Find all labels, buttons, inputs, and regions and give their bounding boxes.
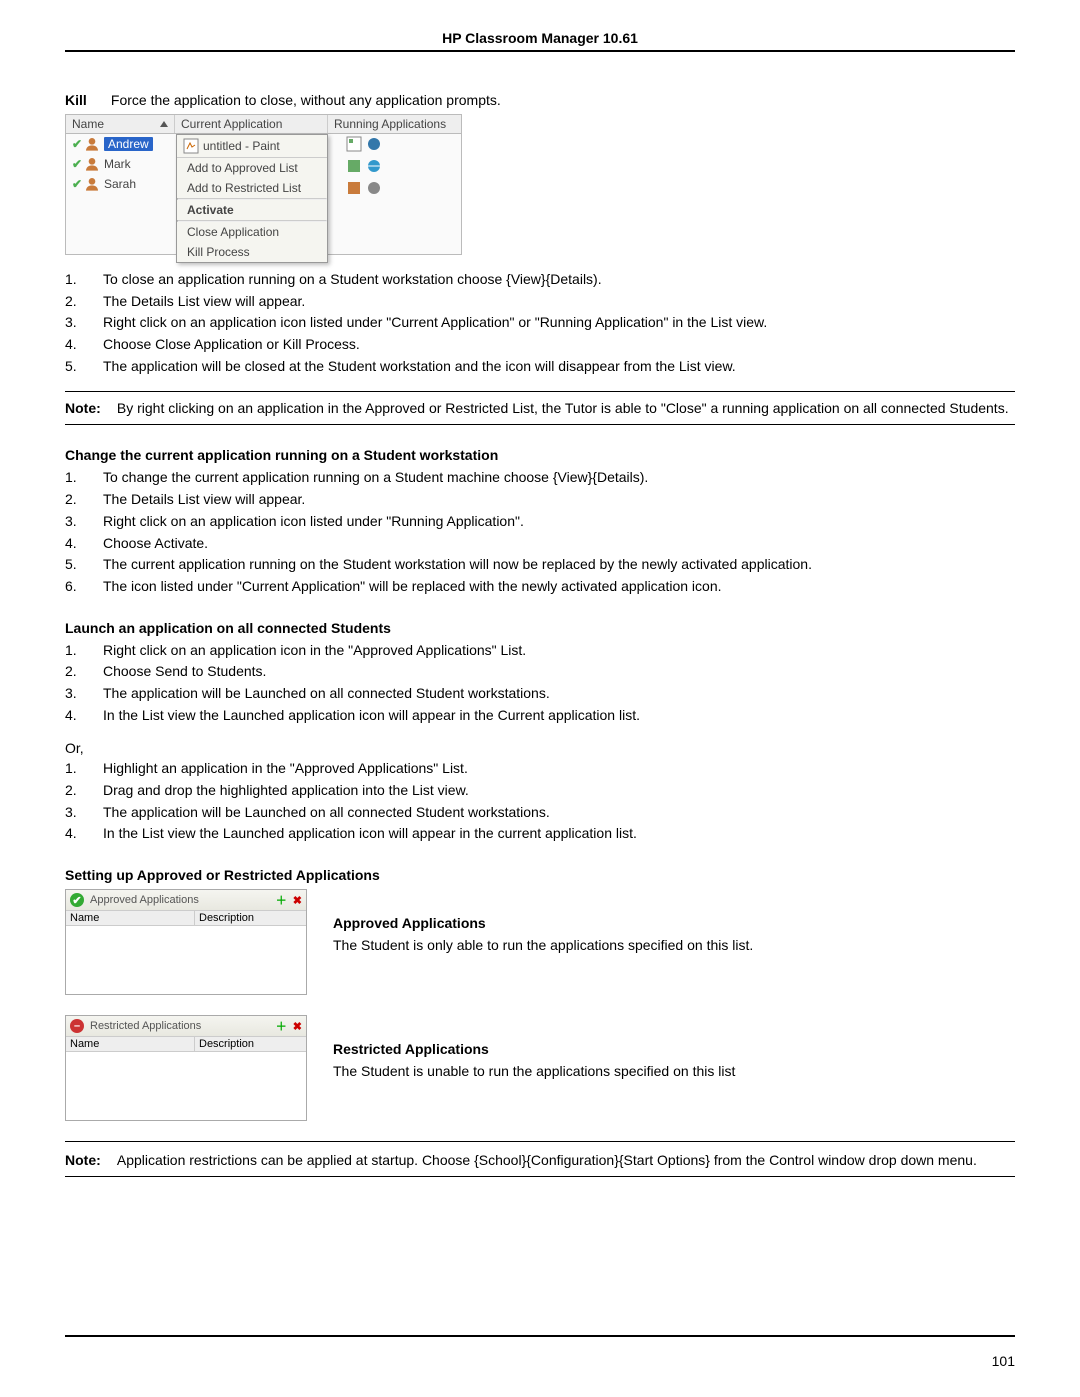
ctx-add-approved[interactable]: Add to Approved List — [177, 158, 327, 178]
list-item: The current application running on the S… — [65, 554, 1015, 576]
page-number: 101 — [992, 1353, 1015, 1369]
list-item: Right click on an application icon liste… — [65, 511, 1015, 533]
list-item: To close an application running on a Stu… — [65, 269, 1015, 291]
note-label: Note: — [65, 1152, 113, 1168]
doc-header: HP Classroom Manager 10.61 — [65, 30, 1015, 52]
list-item: Choose Close Application or Kill Process… — [65, 334, 1015, 356]
list-item: The Details List view will appear. — [65, 489, 1015, 511]
launch-app-heading: Launch an application on all connected S… — [65, 620, 1015, 636]
panel-title: Approved Applications — [90, 894, 199, 906]
check-icon: ✔ — [70, 137, 84, 151]
restricted-icon: – — [70, 1019, 84, 1033]
setup-apps-heading: Setting up Approved or Restricted Applic… — [65, 867, 1015, 883]
delete-icon[interactable]: ✖ — [293, 894, 302, 907]
ctx-close-app[interactable]: Close Application — [177, 222, 327, 242]
col-name: Name — [66, 115, 175, 133]
app-icon — [346, 180, 362, 196]
add-icon[interactable]: ＋ — [276, 892, 287, 908]
ctx-activate[interactable]: Activate — [177, 200, 327, 220]
add-icon[interactable]: ＋ — [276, 1018, 287, 1034]
context-menu[interactable]: untitled - Paint Add to Approved List Ad… — [176, 134, 328, 263]
note-text: By right clicking on an application in t… — [117, 400, 1012, 416]
list-item: The Details List view will appear. — [65, 291, 1015, 313]
list-item: Right click on an application icon liste… — [65, 312, 1015, 334]
launch-app-steps-a: Right click on an application icon in th… — [65, 640, 1015, 727]
delete-icon[interactable]: ✖ — [293, 1020, 302, 1033]
close-app-steps: To close an application running on a Stu… — [65, 269, 1015, 377]
kill-text: Force the application to close, without … — [111, 92, 501, 108]
list-item: The application will be closed at the St… — [65, 356, 1015, 378]
list-item: In the List view the Launched applicatio… — [65, 705, 1015, 727]
approved-apps-panel: ✔ Approved Applications ＋ ✖ Name Descrip… — [65, 889, 307, 995]
check-icon: ✔ — [70, 157, 84, 171]
note-block: Note: Application restrictions can be ap… — [65, 1148, 1015, 1172]
ie-icon — [366, 158, 382, 174]
col-name: Name — [66, 1037, 195, 1051]
or-text: Or, — [65, 740, 1015, 756]
col-current-app: Current Application — [175, 115, 328, 133]
list-item: The application will be Launched on all … — [65, 802, 1015, 824]
ctx-add-restricted[interactable]: Add to Restricted List — [177, 178, 327, 198]
restricted-apps-panel: – Restricted Applications ＋ ✖ Name Descr… — [65, 1015, 307, 1121]
student-name: Sarah — [100, 177, 136, 191]
list-item: Right click on an application icon in th… — [65, 640, 1015, 662]
paint-icon — [183, 138, 199, 154]
kill-definition: Kill Force the application to close, wit… — [65, 92, 1015, 108]
list-item: Highlight an application in the "Approve… — [65, 758, 1015, 780]
app-icon — [366, 180, 382, 196]
app-icon — [366, 136, 382, 152]
student-name: Mark — [100, 157, 131, 171]
approved-icon: ✔ — [70, 893, 84, 907]
list-item: The icon listed under "Current Applicati… — [65, 576, 1015, 598]
restricted-description: Restricted Applications The Student is u… — [333, 1015, 1015, 1079]
list-item: To change the current application runnin… — [65, 467, 1015, 489]
list-item: Drag and drop the highlighted applicatio… — [65, 780, 1015, 802]
student-name: Andrew — [104, 137, 153, 151]
change-app-steps: To change the current application runnin… — [65, 467, 1015, 597]
check-icon: ✔ — [70, 177, 84, 191]
col-name: Name — [66, 911, 195, 925]
running-app-icons — [346, 136, 382, 196]
person-icon — [84, 176, 100, 192]
panel-title: Restricted Applications — [90, 1020, 201, 1032]
person-icon — [84, 156, 100, 172]
list-item: The application will be Launched on all … — [65, 683, 1015, 705]
sort-asc-icon — [160, 121, 168, 127]
note-block: Note: By right clicking on an applicatio… — [65, 396, 1015, 420]
person-icon — [84, 136, 100, 152]
app-icon — [346, 158, 362, 174]
footer-rule — [65, 1335, 1015, 1337]
approved-description: Approved Applications The Student is onl… — [333, 889, 1015, 953]
change-app-heading: Change the current application running o… — [65, 447, 1015, 463]
list-item: Choose Activate. — [65, 533, 1015, 555]
ctx-title: untitled - Paint — [177, 135, 327, 158]
note-label: Note: — [65, 400, 113, 416]
list-item: In the List view the Launched applicatio… — [65, 823, 1015, 845]
col-running-apps: Running Applications — [328, 115, 461, 133]
paint-icon — [346, 136, 362, 152]
col-description: Description — [195, 1037, 306, 1051]
kill-label: Kill — [65, 92, 107, 108]
ctx-kill-process[interactable]: Kill Process — [177, 242, 327, 262]
launch-app-steps-b: Highlight an application in the "Approve… — [65, 758, 1015, 845]
note-text: Application restrictions can be applied … — [117, 1152, 1012, 1168]
student-list-screenshot: Name Current Application Running Applica… — [65, 114, 462, 255]
col-description: Description — [195, 911, 306, 925]
list-item: Choose Send to Students. — [65, 661, 1015, 683]
